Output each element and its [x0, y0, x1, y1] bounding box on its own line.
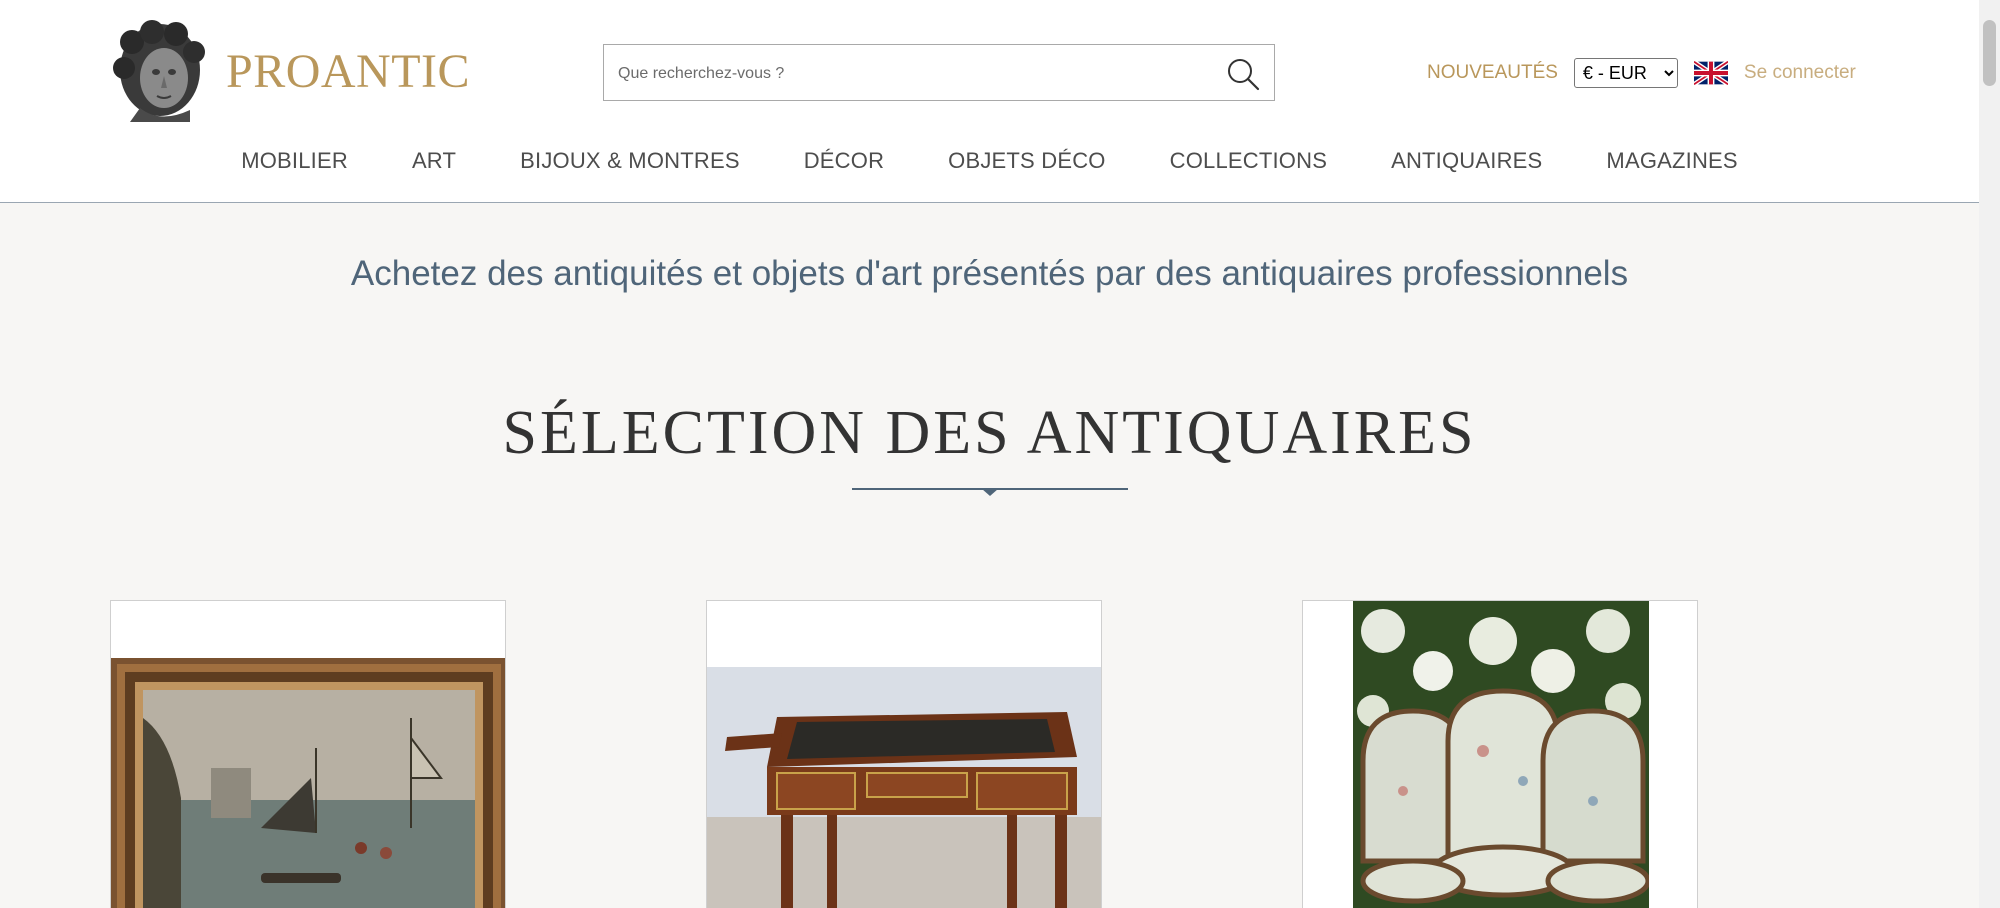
title-divider [852, 488, 1128, 496]
search-box [603, 44, 1275, 102]
new-arrivals-link[interactable]: NOUVEAUTÉS [1427, 62, 1558, 84]
tagline: Achetez des antiquités et objets d'art p… [350, 254, 1629, 293]
uk-flag-icon[interactable] [1693, 61, 1728, 85]
product-image-armchairs [1353, 601, 1649, 908]
product-image-painting [111, 658, 505, 908]
login-link[interactable]: Se connecter [1744, 62, 1856, 84]
search-input[interactable] [616, 45, 1210, 102]
site-header: PROANTIC NOUVEAUTÉS € - EUR Se connecter… [0, 0, 1979, 203]
nav-item-art[interactable]: ART [412, 148, 456, 174]
nav-item-collections[interactable]: COLLECTIONS [1170, 148, 1327, 174]
nav-item-decor[interactable]: DÉCOR [804, 148, 884, 174]
logo-text: PROANTIC [226, 44, 471, 98]
logo-bust-icon [113, 20, 205, 122]
main-nav: MOBILIER ART BIJOUX & MONTRES DÉCOR OBJE… [0, 148, 1979, 174]
nav-item-antiquaires[interactable]: ANTIQUAIRES [1391, 148, 1542, 174]
product-card-painting[interactable] [110, 600, 506, 908]
page-scrollbar[interactable] [1979, 0, 2000, 908]
nav-item-mobilier[interactable]: MOBILIER [241, 148, 348, 174]
nav-item-bijoux-montres[interactable]: BIJOUX & MONTRES [520, 148, 740, 174]
product-card-desk[interactable] [706, 600, 1102, 908]
header-actions: NOUVEAUTÉS € - EUR Se connecter [1427, 56, 1856, 90]
nav-item-magazines[interactable]: MAGAZINES [1606, 148, 1737, 174]
product-card-armchairs[interactable] [1302, 600, 1698, 908]
currency-select[interactable]: € - EUR [1573, 58, 1678, 88]
product-image-desk [707, 667, 1101, 908]
nav-item-objets-deco[interactable]: OBJETS DÉCO [948, 148, 1105, 174]
scrollbar-thumb[interactable] [1983, 20, 1996, 86]
logo[interactable]: PROANTIC [110, 20, 470, 122]
section-title: SÉLECTION DES ANTIQUAIRES [502, 399, 1477, 467]
search-icon[interactable] [1226, 57, 1260, 91]
